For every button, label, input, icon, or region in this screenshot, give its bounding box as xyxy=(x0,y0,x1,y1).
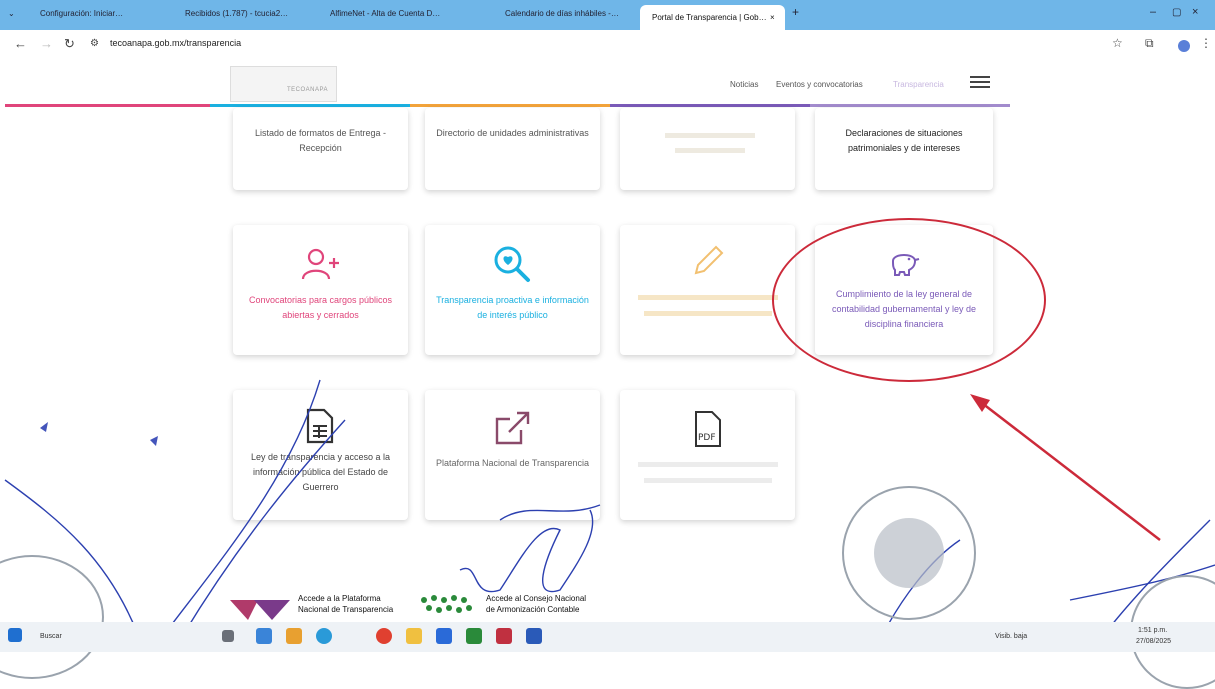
taskbar-app-icon[interactable] xyxy=(286,628,302,644)
taskbar-explorer-icon[interactable] xyxy=(406,628,422,644)
taskbar-search[interactable]: Buscar xyxy=(40,633,62,640)
official-seal xyxy=(842,486,976,620)
seal-emblem xyxy=(874,518,944,588)
task-view-icon[interactable] xyxy=(222,630,234,642)
signature-and-seal-marks xyxy=(4,379,1215,641)
taskbar-app-icon[interactable] xyxy=(496,628,512,644)
taskbar-word-icon[interactable] xyxy=(526,628,542,644)
windows-taskbar xyxy=(0,622,1215,652)
taskbar-app-icon[interactable] xyxy=(436,628,452,644)
clock-date[interactable]: 27/08/2025 xyxy=(1136,638,1171,645)
taskbar-chrome-icon[interactable] xyxy=(376,628,392,644)
visibility-status[interactable]: Visib. baja xyxy=(995,633,1027,640)
windows-start-icon[interactable] xyxy=(8,628,22,642)
clock-time[interactable]: 1:51 p.m. xyxy=(1138,627,1167,634)
taskbar-excel-icon[interactable] xyxy=(466,628,482,644)
taskbar-edge-icon[interactable] xyxy=(316,628,332,644)
taskbar-app-icon[interactable] xyxy=(256,628,272,644)
